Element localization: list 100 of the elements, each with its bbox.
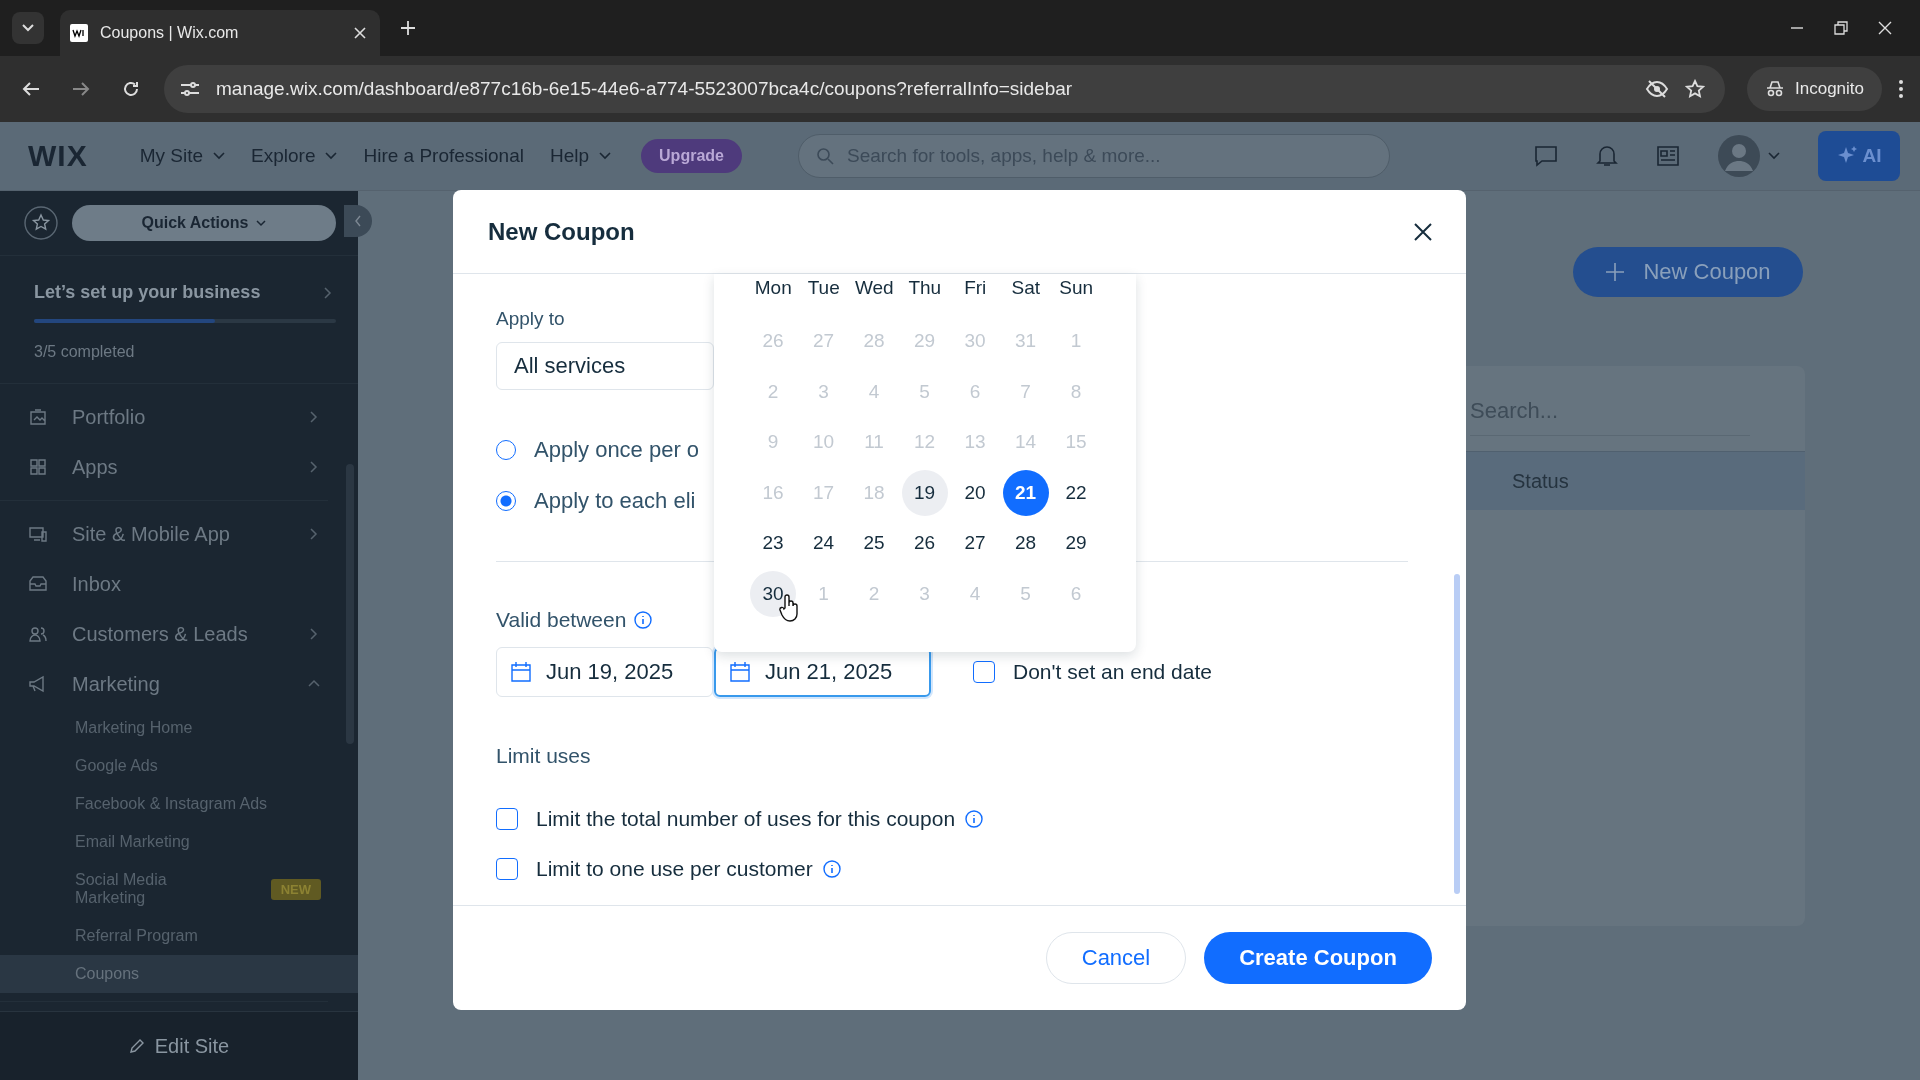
submenu-item[interactable]: Google Ads (0, 747, 358, 785)
calendar-day[interactable]: 26 (901, 520, 948, 567)
chat-icon[interactable] (1534, 145, 1558, 167)
pencil-icon (128, 1038, 145, 1054)
calendar-day[interactable]: 25 (851, 520, 897, 567)
menu-icon[interactable] (1898, 79, 1904, 99)
column-header: Status (1512, 469, 1569, 493)
chevron-right-icon (308, 628, 320, 640)
chevron-down-icon (22, 24, 34, 32)
nav-menu-item[interactable]: Help (544, 141, 618, 171)
frame-icon (28, 407, 48, 427)
chevron-left-icon (354, 215, 362, 227)
field-label: Apply to (496, 308, 566, 330)
weekday-label: Tue (806, 276, 841, 300)
nav-menu-item[interactable]: Hire a Professional (357, 141, 530, 171)
chevron-right-icon (324, 286, 332, 299)
radio-button[interactable] (496, 491, 516, 511)
edit-site-button[interactable]: Edit Site (122, 1033, 236, 1059)
caret-icon (1768, 152, 1780, 160)
grid-icon (28, 457, 48, 477)
weekday-label: Sun (1058, 276, 1095, 300)
calendar-day[interactable]: 21 (1002, 469, 1049, 516)
avatar-icon (1718, 135, 1760, 177)
sidebar-item[interactable]: Apps (0, 442, 328, 492)
tab-search-button[interactable] (12, 12, 44, 44)
close-window-icon[interactable] (1878, 21, 1892, 35)
calendar-icon (510, 661, 532, 683)
end-date-field[interactable]: Jun 21, 2025 (714, 647, 931, 697)
sidebar-item[interactable]: Inbox (0, 559, 328, 609)
reload-icon[interactable] (122, 80, 140, 98)
section-label: Limit uses (496, 744, 592, 768)
calendar-day[interactable]: 27 (952, 520, 998, 567)
checkbox[interactable] (973, 661, 995, 683)
plus-icon (1605, 262, 1626, 282)
apply-to-dropdown[interactable]: All services (496, 342, 714, 390)
inbox-icon (28, 574, 48, 594)
checkbox[interactable] (496, 858, 518, 880)
checkbox[interactable] (496, 808, 518, 830)
radio-option[interactable]: Apply once per o (496, 437, 700, 463)
devices-icon (28, 524, 48, 544)
newspaper-icon[interactable] (1656, 145, 1680, 167)
info-icon[interactable] (965, 810, 984, 828)
quick-actions-button[interactable]: Quick Actions (72, 205, 336, 241)
dialog-title: New Coupon (488, 217, 635, 246)
calendar-day[interactable]: 23 (750, 520, 796, 567)
caret-icon (213, 152, 226, 160)
logo[interactable]: WIX (28, 139, 88, 173)
cancel-button[interactable]: Cancel (1046, 932, 1186, 984)
weekday-label: Sat (1010, 276, 1041, 300)
limit-option[interactable]: Limit to one use per customer (496, 857, 813, 881)
nav-menu-item[interactable]: My Site (133, 141, 232, 171)
new-tab-icon[interactable] (400, 20, 416, 36)
incognito-badge[interactable]: Incognito (1747, 67, 1882, 111)
favicon-icon (70, 24, 88, 42)
url-text: manage.wix.com/dashboard/e877c16b-6e15-44e6-a774-5523007bca4c/coupons?referralInfo=sidebar (216, 78, 1073, 100)
calendar-day[interactable]: 22 (1053, 469, 1099, 516)
caret-icon (256, 219, 267, 227)
eye-off-icon[interactable] (1645, 79, 1669, 99)
submenu-item[interactable]: Facebook & Instagram Ads (0, 785, 358, 823)
field-label: Valid between (496, 608, 627, 632)
upgrade-button[interactable]: Upgrade (641, 139, 742, 173)
scrollbar[interactable] (1454, 574, 1460, 894)
close-icon[interactable] (1414, 222, 1432, 241)
create-coupon-button[interactable]: Create Coupon (1204, 932, 1432, 984)
back-icon[interactable] (22, 81, 40, 97)
browser-tab[interactable]: Coupons | Wix.com (60, 10, 380, 56)
submenu-item[interactable]: Coupons (0, 955, 358, 993)
sidebar-item[interactable]: Site & Mobile App (0, 509, 328, 559)
radio-option[interactable]: Apply to each eli (496, 488, 696, 514)
setup-link[interactable]: Let’s set up your business (34, 282, 336, 303)
weekday-label: Wed (853, 276, 895, 300)
no-end-date-option[interactable]: Don't set an end date (973, 660, 1212, 684)
progress-text: 3/5 completed (34, 343, 136, 361)
sidebar-item[interactable]: Portfolio (0, 392, 328, 442)
submenu-item[interactable]: Marketing Home (0, 709, 358, 747)
calendar-day[interactable]: 20 (952, 469, 998, 516)
restore-icon[interactable] (1834, 21, 1848, 35)
weekday-label: Thu (907, 276, 943, 300)
nav-menu-item[interactable]: Explore (245, 141, 344, 171)
calendar-icon (729, 661, 751, 683)
calendar-day[interactable]: 24 (800, 520, 847, 567)
site-settings-icon[interactable] (180, 81, 200, 97)
sidebar-item[interactable]: Customers & Leads (0, 609, 328, 659)
submenu-item[interactable]: Referral Program (0, 917, 358, 955)
submenu-item[interactable]: Email Marketing (0, 823, 358, 861)
new-coupon-button[interactable]: New Coupon (1573, 247, 1803, 297)
calendar-day[interactable]: 29 (1053, 520, 1099, 567)
limit-option[interactable]: Limit the total number of uses for this coupon (496, 807, 956, 831)
chevron-right-icon (308, 528, 320, 540)
ai-button[interactable]: AI (1818, 131, 1900, 181)
address-bar[interactable]: manage.wix.com/dashboard/e877c16b-6e15-44e6-a774-5523007bca4c/coupons?referralInfo=sidebar (164, 65, 1725, 113)
info-icon[interactable] (822, 860, 841, 878)
caret-icon (325, 152, 338, 160)
calendar-day[interactable]: 19 (901, 469, 948, 516)
sidebar-item[interactable]: Marketing (0, 659, 328, 709)
forward-icon[interactable] (72, 81, 90, 97)
bell-icon[interactable] (1596, 144, 1618, 168)
info-icon[interactable] (634, 611, 653, 629)
calendar-day[interactable]: 28 (1002, 520, 1049, 567)
setup-title: Let’s set up your business (34, 282, 261, 303)
